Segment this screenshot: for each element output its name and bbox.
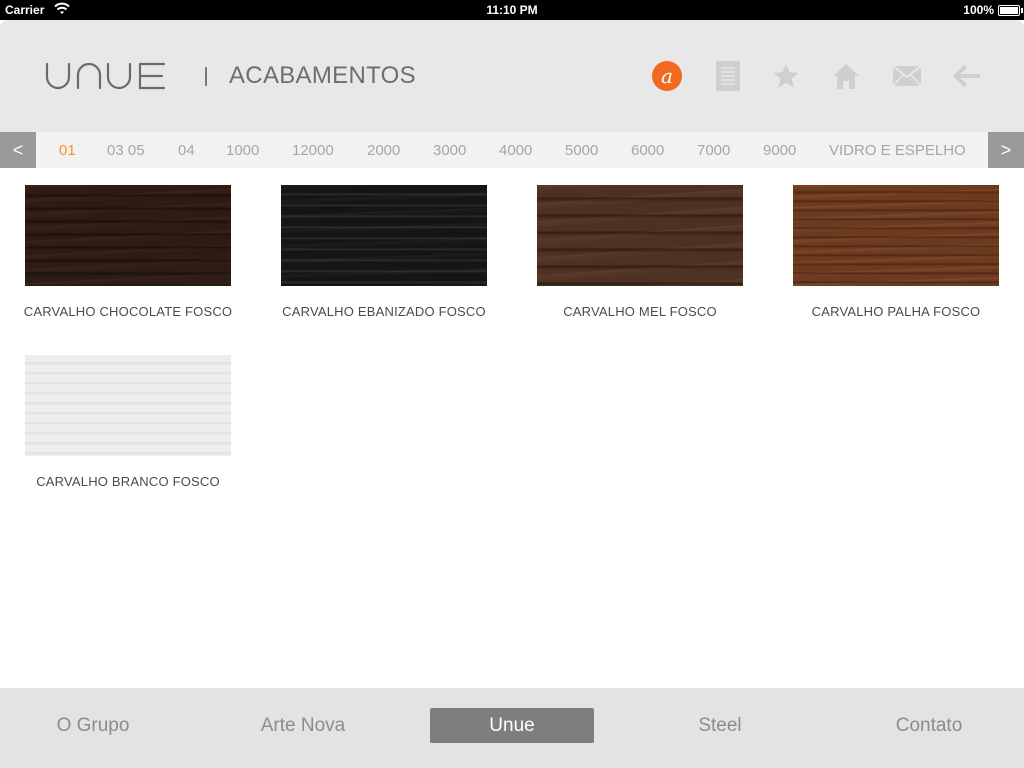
- category-2000[interactable]: 2000: [367, 142, 400, 159]
- category-1000[interactable]: 1000: [226, 142, 259, 159]
- category-6000[interactable]: 6000: [631, 142, 664, 159]
- finish-swatch-ebanizado[interactable]: [281, 185, 487, 286]
- a-badge-icon[interactable]: a: [651, 60, 683, 92]
- category-5000[interactable]: 5000: [565, 142, 598, 159]
- mail-icon[interactable]: [891, 60, 923, 92]
- finish-label: CARVALHO CHOCOLATE FOSCO: [23, 304, 233, 319]
- tab-arte-nova[interactable]: Arte Nova: [221, 708, 385, 743]
- category-03-05[interactable]: 03 05: [107, 142, 145, 159]
- home-icon[interactable]: [830, 60, 862, 92]
- category-3000[interactable]: 3000: [433, 142, 466, 159]
- battery-percent: 100%: [963, 3, 994, 17]
- category-9000[interactable]: 9000: [763, 142, 796, 159]
- finish-swatch-branco[interactable]: [25, 355, 231, 456]
- app-frame: ACABAMENTOS a < 01 03 05 04 1000 12000 2…: [0, 20, 1024, 768]
- tab-o-grupo[interactable]: O Grupo: [11, 708, 175, 743]
- header: ACABAMENTOS a: [0, 20, 1024, 132]
- a-badge-letter: a: [652, 61, 682, 91]
- category-4000[interactable]: 4000: [499, 142, 532, 159]
- unue-logo[interactable]: [44, 60, 168, 95]
- category-nav: < 01 03 05 04 1000 12000 2000 3000 4000 …: [0, 132, 1024, 168]
- finish-label: CARVALHO PALHA FOSCO: [811, 304, 981, 319]
- header-separator: [205, 67, 207, 86]
- finish-label: CARVALHO BRANCO FOSCO: [36, 474, 220, 489]
- star-icon[interactable]: [770, 60, 802, 92]
- category-01[interactable]: 01: [59, 142, 76, 159]
- battery-icon: [998, 5, 1023, 16]
- page-title: ACABAMENTOS: [229, 62, 416, 89]
- status-bar: Carrier 11:10 PM 100%: [0, 0, 1024, 20]
- category-7000[interactable]: 7000: [697, 142, 730, 159]
- finishes-grid: CARVALHO CHOCOLATE FOSCO CARVALHO EBANIZ…: [0, 168, 1024, 688]
- category-04[interactable]: 04: [178, 142, 195, 159]
- category-vidro-e-espelho[interactable]: VIDRO E ESPELHO: [829, 142, 966, 159]
- finish-swatch-palha[interactable]: [793, 185, 999, 286]
- next-category-button[interactable]: >: [988, 132, 1024, 168]
- finish-swatch-mel[interactable]: [537, 185, 743, 286]
- finish-label: CARVALHO MEL FOSCO: [563, 304, 717, 319]
- bottom-tab-bar: O Grupo Arte Nova Unue Steel Contato: [0, 688, 1024, 768]
- finish-swatch-chocolate[interactable]: [25, 185, 231, 286]
- prev-category-button[interactable]: <: [0, 132, 36, 168]
- document-icon[interactable]: [712, 60, 744, 92]
- tab-unue[interactable]: Unue: [430, 708, 594, 743]
- category-12000[interactable]: 12000: [292, 142, 334, 159]
- tab-contato[interactable]: Contato: [847, 708, 1011, 743]
- clock: 11:10 PM: [486, 3, 538, 17]
- finish-label: CARVALHO EBANIZADO FOSCO: [282, 304, 486, 319]
- back-arrow-icon[interactable]: [950, 60, 982, 92]
- tab-steel[interactable]: Steel: [638, 708, 802, 743]
